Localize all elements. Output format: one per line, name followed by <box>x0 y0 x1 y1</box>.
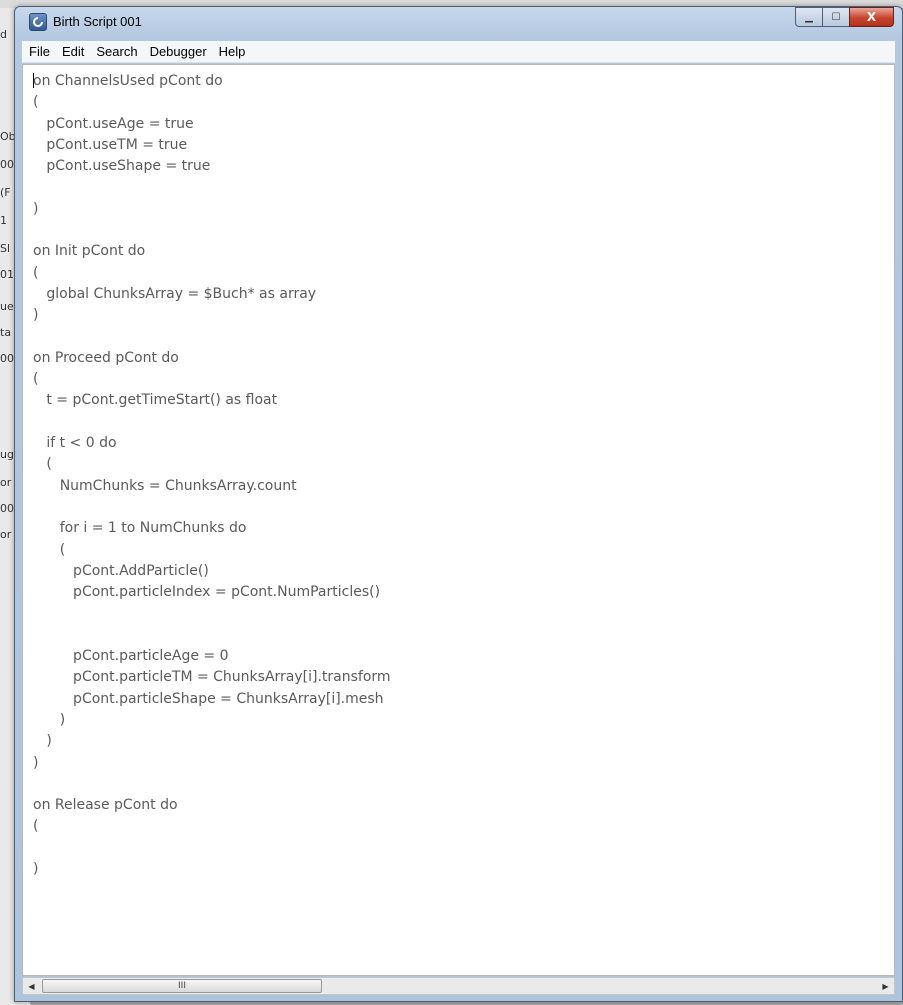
scroll-right-icon[interactable]: ▶ <box>877 978 894 994</box>
maximize-button[interactable]: ☐ <box>822 7 849 27</box>
scroll-left-icon[interactable]: ◀ <box>23 978 40 994</box>
code-line: on Init pCont do <box>33 243 146 260</box>
close-button[interactable]: X <box>849 7 894 27</box>
code-line: for i = 1 to NumChunks do <box>33 520 247 537</box>
code-line: ) <box>33 754 39 771</box>
swirl-icon <box>33 17 43 27</box>
code-line: pCont.particleAge = 0 <box>33 648 229 665</box>
menu-debugger[interactable]: Debugger <box>145 44 212 59</box>
background-text-fragment: or <box>0 476 12 489</box>
code-line: ) <box>33 200 39 217</box>
background-text-fragment: d <box>0 28 7 41</box>
minimize-button[interactable]: ▁ <box>795 7 822 27</box>
menu-file[interactable]: File <box>24 44 55 59</box>
close-icon: X <box>866 10 877 24</box>
code-line: on ChannelsUsed pCont do <box>33 73 223 89</box>
menu-edit[interactable]: Edit <box>57 44 89 59</box>
background-text-fragment: ue <box>0 300 14 313</box>
code-editor[interactable]: on ChannelsUsed pCont do ( pCont.useAge =… <box>22 64 895 976</box>
code-line: on Release pCont do <box>33 797 178 814</box>
menu-help[interactable]: Help <box>214 44 251 59</box>
code-line: ) <box>33 733 52 750</box>
scroll-thumb[interactable]: III <box>42 979 322 993</box>
code-line: global ChunksArray = $Buch* as array <box>33 285 317 302</box>
background-text-fragment: 00 <box>0 502 14 515</box>
code-line: ( <box>33 264 39 281</box>
code-line: ( <box>33 94 39 111</box>
code-line: pCont.particleTM = ChunksArray[i].transf… <box>33 669 391 686</box>
window-title: Birth Script 001 <box>53 14 142 29</box>
menu-search[interactable]: Search <box>91 44 142 59</box>
code-line: pCont.useTM = true <box>33 136 188 153</box>
code-line: on Proceed pCont do <box>33 349 179 366</box>
caption-buttons: ▁ ☐ X <box>795 7 894 27</box>
background-text-fragment: 00 <box>0 352 14 365</box>
background-text-fragment: Ob <box>0 130 14 143</box>
code-line: ( <box>33 371 39 388</box>
code-line: pCont.useShape = true <box>33 158 211 175</box>
background-text-fragment: ta <box>0 326 12 339</box>
background-text-fragment: 00 <box>0 158 14 171</box>
grip-icon: III <box>178 981 186 991</box>
background-text-fragment: ug <box>0 448 14 461</box>
title-bar[interactable]: Birth Script 001 ▁ ☐ X <box>15 7 902 37</box>
script-editor-window: Birth Script 001 ▁ ☐ X File Edit Search … <box>14 6 903 1002</box>
background-text-fragment: (F <box>0 186 11 199</box>
scroll-track[interactable]: III <box>40 978 877 994</box>
code-line: ) <box>33 711 66 728</box>
code-line: ) <box>33 307 39 324</box>
code-line: pCont.AddParticle() <box>33 562 209 579</box>
background-text-fragment: Sl <box>0 242 11 255</box>
background-text-fragment: 01 <box>0 268 14 281</box>
app-icon[interactable] <box>29 13 47 31</box>
background-text-fragment: 1 <box>0 214 7 227</box>
minimize-icon: ▁ <box>805 11 813 23</box>
horizontal-scrollbar[interactable]: ◀ III ▶ <box>22 977 895 995</box>
code-line: t = pCont.getTimeStart() as float <box>33 392 278 409</box>
code-line: pCont.useAge = true <box>33 115 194 132</box>
code-line: if t < 0 do <box>33 435 117 452</box>
background-text-fragment: or <box>0 528 12 541</box>
code-line: ) <box>33 860 39 877</box>
code-line: ( <box>33 541 66 558</box>
code-lines: on ChannelsUsed pCont do ( pCont.useAge =… <box>33 71 391 880</box>
menu-bar: File Edit Search Debugger Help <box>22 41 895 63</box>
code-line: NumChunks = ChunksArray.count <box>33 477 297 494</box>
code-line: pCont.particleIndex = pCont.NumParticles… <box>33 584 381 601</box>
code-line: ( <box>33 456 52 473</box>
code-line: pCont.particleShape = ChunksArray[i].mes… <box>33 690 384 707</box>
maximize-icon: ☐ <box>831 11 841 23</box>
code-line: ( <box>33 818 39 835</box>
